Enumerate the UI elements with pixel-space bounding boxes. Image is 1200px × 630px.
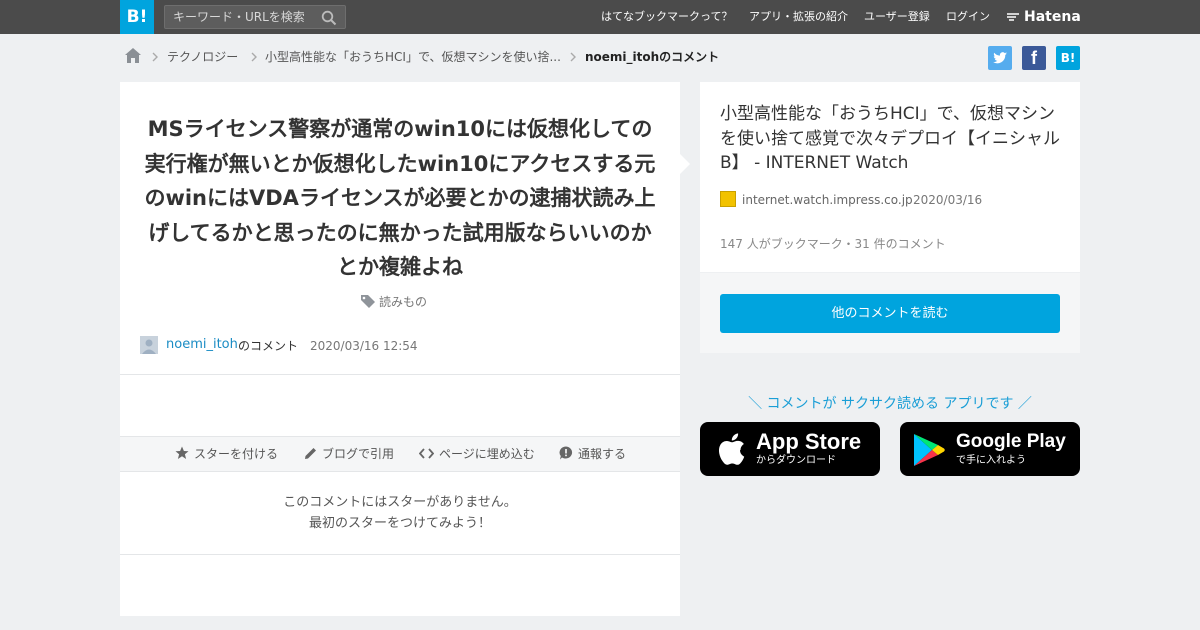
search-input[interactable] (165, 6, 315, 28)
user-icon (142, 339, 156, 354)
chevron-right-icon (570, 52, 576, 62)
tag-label: 読みもの (379, 295, 428, 309)
code-icon (418, 448, 435, 459)
add-star-button[interactable]: スターを付ける (175, 444, 278, 464)
avatar[interactable] (140, 336, 158, 354)
no-star-line-1: このコメントにはスターがありません。 (283, 495, 517, 510)
hatebu-share-button[interactable]: B! (1056, 46, 1080, 70)
app-promo-text: ＼ コメントが サクサク読める アプリです ／ (748, 396, 1032, 412)
apple-icon (718, 433, 745, 465)
embed-label: ページに埋め込む (439, 447, 535, 461)
add-star-label: スターを付ける (194, 447, 279, 461)
username-link[interactable]: noemi_itoh (166, 335, 238, 355)
hatena-icon (1007, 13, 1019, 21)
nav-login[interactable]: ログイン (946, 0, 990, 34)
card-pointer (680, 154, 690, 174)
entry-title[interactable]: 小型高性能な「おうちHCI」で、仮想マシンを使い捨て感覚で次々デプロイ【イニシャ… (720, 102, 1065, 176)
breadcrumb-category[interactable]: テクノロジー (167, 46, 238, 68)
nav-apps[interactable]: アプリ・拡張の紹介 (749, 0, 848, 34)
no-star-message: このコメントにはスターがありません。 最初のスターをつけてみよう！ (120, 492, 680, 534)
entry-date: 2020/03/16 (913, 193, 983, 207)
nav-register[interactable]: ユーザー登録 (864, 0, 930, 34)
no-star-line-2: 最初のスターをつけてみよう！ (308, 516, 491, 531)
hatebu-logo[interactable]: B! (120, 0, 154, 34)
chevron-right-icon (251, 52, 257, 62)
facebook-icon: f (1031, 48, 1037, 68)
alert-icon (559, 446, 573, 460)
hatena-link[interactable]: Hatena (1006, 0, 1081, 34)
app-store-title: App Store (756, 429, 862, 454)
site-favicon (720, 191, 736, 207)
twitter-share-button[interactable] (988, 46, 1012, 70)
facebook-share-button[interactable]: f (1022, 46, 1046, 70)
comment-date[interactable]: 2020/03/16 12:54 (310, 336, 418, 356)
search-box (164, 5, 346, 29)
breadcrumb-entry[interactable]: 小型高性能な「おうちHCI」で、仮想マシンを使い捨... (265, 46, 561, 68)
pencil-icon (305, 448, 316, 459)
google-play-subtitle: で手に入れよう (956, 455, 1026, 466)
username-suffix: のコメント (238, 339, 299, 353)
blog-quote-label: ブログで引用 (322, 447, 395, 461)
blog-quote-button[interactable]: ブログで引用 (304, 444, 394, 464)
chevron-right-icon (152, 52, 158, 62)
app-store-button[interactable]: App Store からダウンロード (700, 422, 880, 476)
nav-about[interactable]: はてなブックマークって？ (601, 0, 732, 34)
home-icon[interactable] (124, 47, 142, 64)
comment-text: MSライセンス警察が通常のwin10には仮想化しての実行権が無いとか仮想化したw… (144, 117, 656, 279)
report-label: 通報する (578, 447, 627, 461)
google-play-title: Google Play (956, 431, 1066, 452)
hatebu-icon: B! (1060, 51, 1076, 65)
entry-domain[interactable]: internet.watch.impress.co.jp (742, 190, 913, 210)
report-button[interactable]: 通報する (559, 444, 626, 464)
divider (120, 374, 680, 375)
tag-icon (361, 295, 375, 308)
search-icon[interactable] (321, 10, 337, 26)
app-store-subtitle: からダウンロード (756, 455, 836, 466)
google-play-icon (914, 434, 945, 466)
read-more-comments-button[interactable]: 他のコメントを読む (720, 294, 1060, 333)
divider (120, 554, 680, 555)
hatena-label: Hatena (1024, 9, 1081, 25)
breadcrumb-current: noemi_itohのコメント (585, 50, 720, 64)
embed-button[interactable]: ページに埋め込む (418, 444, 535, 464)
comment-tag[interactable]: 読みもの (360, 292, 427, 312)
entry-stats: 147 人がブックマーク・31 件のコメント (720, 237, 946, 251)
star-icon (175, 446, 189, 459)
twitter-icon (993, 52, 1007, 64)
google-play-button[interactable]: Google Play で手に入れよう (900, 422, 1080, 476)
